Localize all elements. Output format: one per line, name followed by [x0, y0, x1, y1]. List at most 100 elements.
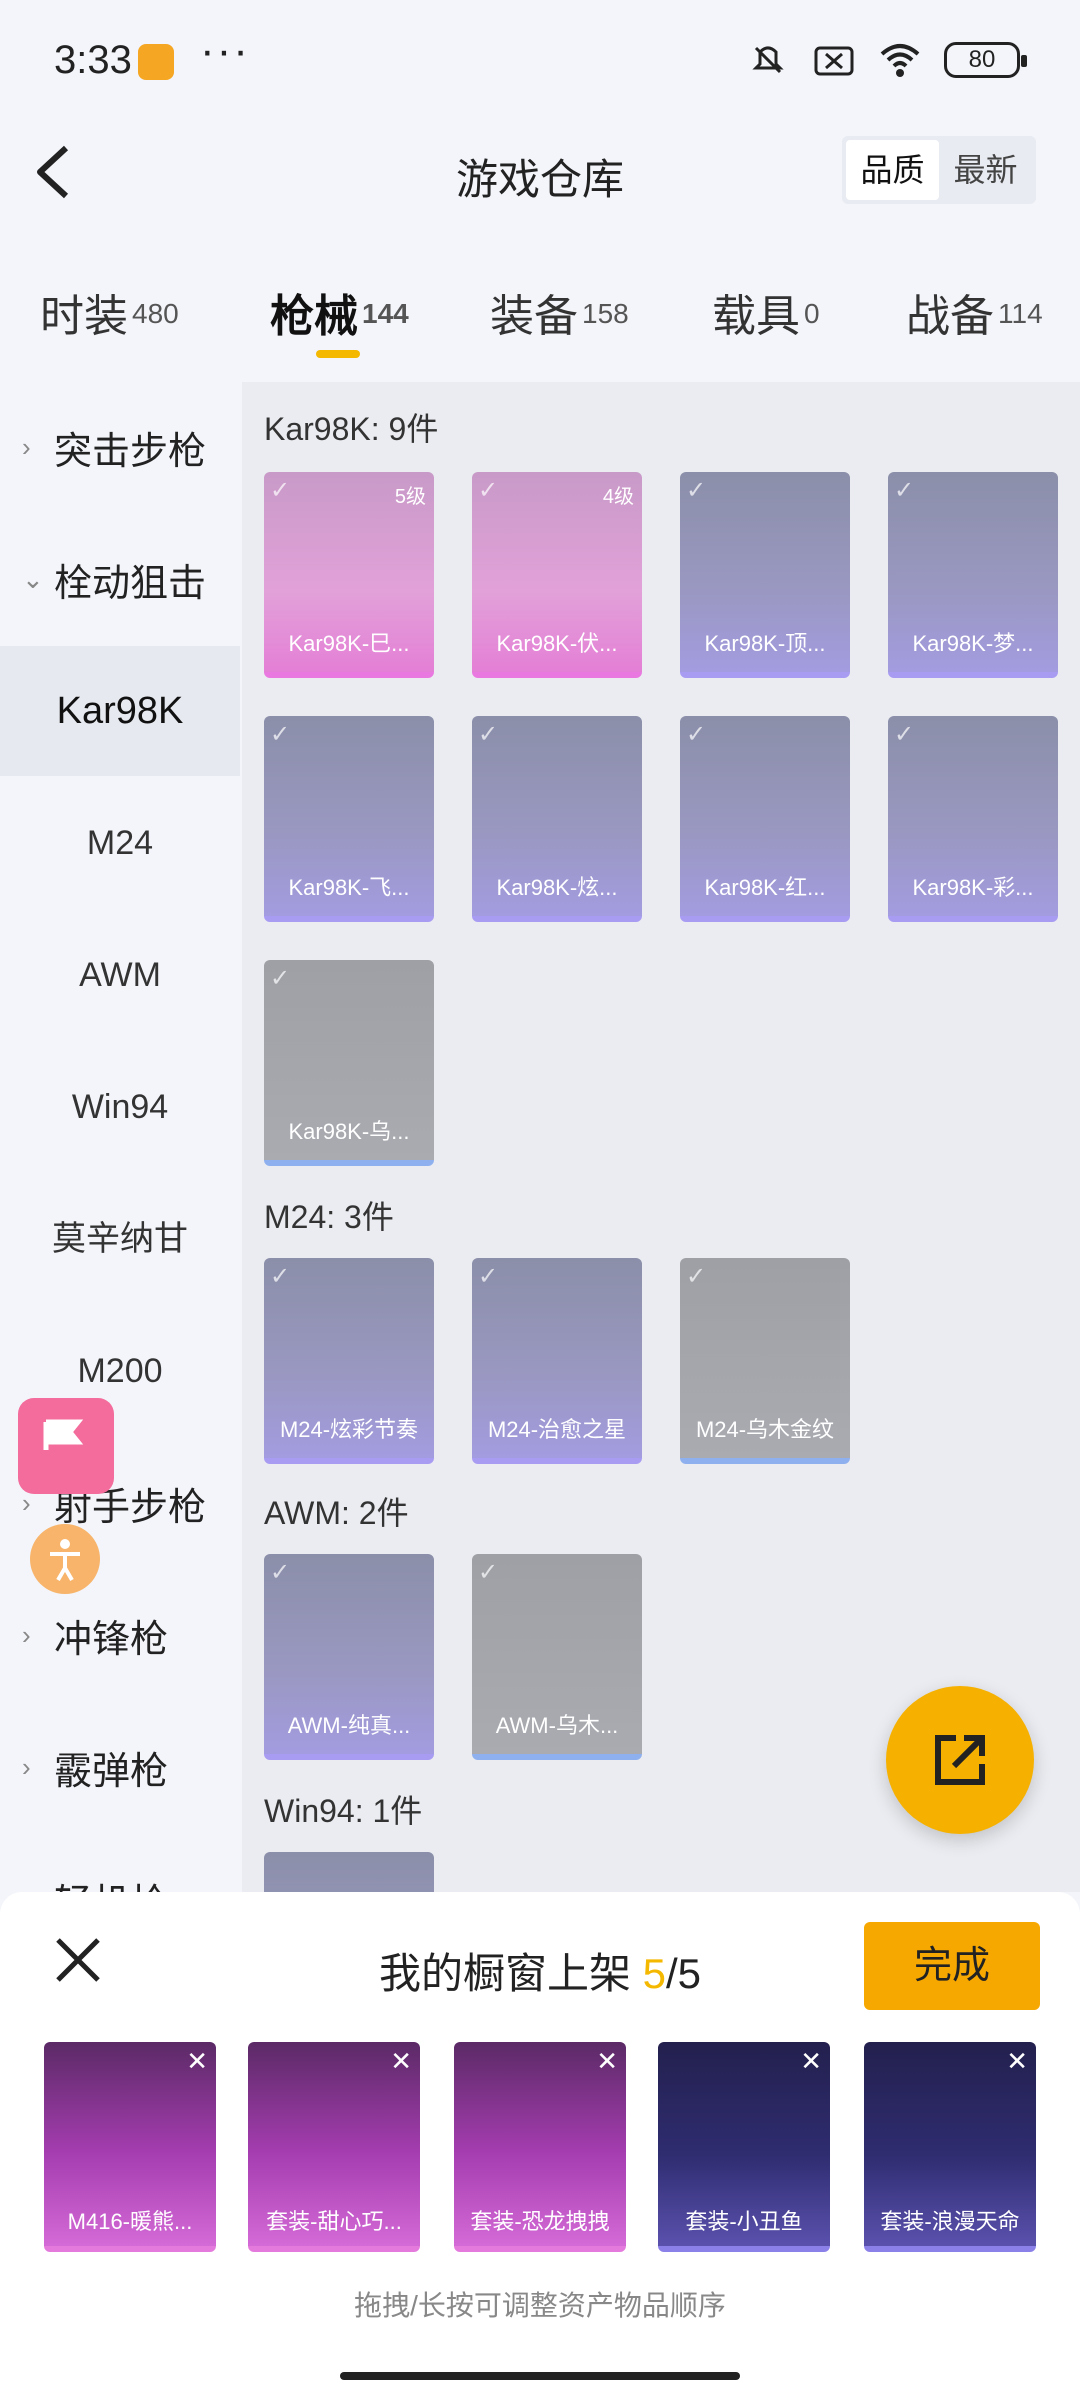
sidebar-cat-lmg[interactable]: › 轻机枪	[0, 1834, 240, 1893]
category-tabs: 时装 480 枪械 144 装备 158 载具 0 战备 114	[0, 270, 1080, 360]
remove-icon[interactable]: ✕	[390, 2046, 412, 2077]
floating-flag-button[interactable]	[18, 1398, 114, 1494]
weapon-card[interactable]: ✓ 5级 Kar98K-巳...	[264, 472, 434, 678]
tab-fashion[interactable]: 时装 480	[40, 280, 179, 344]
panel-count-total: /5	[666, 1950, 702, 1997]
showcase-item[interactable]: ✕ 套装-恐龙拽拽	[454, 2042, 626, 2252]
battery-icon: 80	[944, 42, 1027, 78]
chevron-right-icon: ›	[22, 1619, 31, 1650]
share-fab[interactable]	[886, 1686, 1034, 1834]
sidebar-item-mosin[interactable]: 莫辛纳甘	[0, 1174, 240, 1304]
home-indicator[interactable]	[340, 2372, 740, 2380]
rarity-bar	[472, 916, 642, 922]
tab-count: 158	[582, 298, 629, 329]
group-title-win94: Win94: 1件	[264, 1793, 423, 1829]
weapon-card[interactable]: ✓ AWM-纯真...	[264, 1554, 434, 1760]
group-title-kar98k: Kar98K: 9件	[264, 411, 439, 447]
tab-count: 144	[362, 298, 409, 329]
item-name: M416-暖熊...	[67, 2209, 193, 2234]
weapon-name: Kar98K-彩...	[912, 875, 1034, 900]
sidebar-cat-label: 冲锋枪	[54, 1618, 169, 1661]
external-link-icon	[935, 1735, 985, 1785]
rarity-bar	[680, 672, 850, 678]
showcase-panel: 我的橱窗上架 5/5 完成 ✕ M416-暖熊... ✕ 套装-甜心巧... ✕…	[0, 1892, 1080, 2400]
weapon-name: Kar98K-梦...	[912, 631, 1034, 656]
check-icon: ✓	[478, 1263, 499, 1290]
accessibility-icon	[50, 1539, 80, 1582]
sort-newest-button[interactable]: 最新	[939, 140, 1032, 200]
weapon-card[interactable]: ✓ Kar98K-梦...	[888, 472, 1058, 678]
weapon-card[interactable]: ✓ Kar98K-飞...	[264, 716, 434, 922]
chevron-right-icon: ›	[22, 1884, 42, 1893]
weapon-card[interactable]: ✓ Kar98K-顶...	[680, 472, 850, 678]
item-name: 套装-甜心巧...	[266, 2209, 402, 2234]
level-badge: 4级	[602, 486, 634, 508]
weapon-card[interactable]	[264, 1852, 434, 1892]
rarity-bar	[472, 672, 642, 678]
weapon-name: Kar98K-乌...	[288, 1119, 410, 1144]
rarity-bar	[864, 2246, 1036, 2252]
sidebar-cat-shotgun[interactable]: › 霰弹枪	[0, 1702, 240, 1832]
item-name: 套装-小丑鱼	[685, 2209, 803, 2234]
weapon-card[interactable]: ✓ Kar98K-乌...	[264, 960, 434, 1166]
weapon-sidebar: › 突击步枪 ⌄ 栓动狙击 Kar98K M24 AWM Win94 莫辛纳甘 M2…	[0, 382, 240, 1892]
remove-icon[interactable]: ✕	[800, 2046, 822, 2077]
reorder-hint: 拖拽/长按可调整资产物品顺序	[354, 2290, 726, 2321]
sort-toggle: 品质 最新	[842, 136, 1036, 204]
sidebar-cat-bolt-sniper[interactable]: ⌄ 栓动狙击	[0, 514, 240, 644]
remove-icon[interactable]: ✕	[186, 2046, 208, 2077]
sidebar-cat-label: 霰弹枪	[54, 1750, 169, 1793]
tab-guns[interactable]: 枪械 144	[270, 280, 409, 344]
accessibility-button[interactable]	[30, 1524, 100, 1594]
status-time: 3:33	[54, 38, 132, 82]
showcase-item[interactable]: ✕ 套装-浪漫天命	[864, 2042, 1036, 2252]
rarity-bar	[454, 2246, 626, 2252]
item-name: 套装-恐龙拽拽	[470, 2209, 610, 2234]
check-icon: ✓	[894, 477, 915, 504]
remove-icon[interactable]: ✕	[596, 2046, 618, 2077]
rarity-bar	[472, 1754, 642, 1760]
sidebar-item-win94[interactable]: Win94	[0, 1042, 240, 1172]
status-bar: 3:33 ··· 80	[0, 0, 1080, 120]
showcase-item[interactable]: ✕ 套装-甜心巧...	[248, 2042, 420, 2252]
rarity-bar	[888, 672, 1058, 678]
weapon-card[interactable]: ✓ M24-治愈之星	[472, 1258, 642, 1464]
panel-count-current: 5	[642, 1950, 666, 1997]
weapon-card[interactable]: ✓ 4级 Kar98K-伏...	[472, 472, 642, 678]
weapon-card[interactable]: ✓ M24-炫彩节奏	[264, 1258, 434, 1464]
sidebar-cat-label: 轻机枪	[54, 1872, 168, 1893]
weapon-name: Kar98K-巳...	[288, 631, 410, 656]
weapon-card[interactable]: ✓ AWM-乌木...	[472, 1554, 642, 1760]
rarity-bar	[658, 2246, 830, 2252]
weapon-card[interactable]: ✓ Kar98K-红...	[680, 716, 850, 922]
tab-label: 装备	[490, 292, 578, 341]
check-icon: ✓	[478, 721, 499, 748]
wifi-icon	[880, 44, 920, 77]
remove-icon[interactable]: ✕	[1006, 2046, 1028, 2077]
check-icon: ✓	[478, 1559, 499, 1586]
tab-count: 114	[998, 298, 1043, 329]
tab-supplies[interactable]: 战备 114	[906, 280, 1043, 344]
done-button[interactable]: 完成	[864, 1922, 1040, 2010]
weapon-card[interactable]: ✓ Kar98K-彩...	[888, 716, 1058, 922]
weapon-name: M24-乌木金纹	[695, 1417, 835, 1442]
weapon-card[interactable]: ✓ Kar98K-炫...	[472, 716, 642, 922]
header: 游戏仓库 品质 最新	[0, 120, 1080, 230]
sidebar-item-awm[interactable]: AWM	[0, 910, 240, 1040]
tab-vehicles[interactable]: 载具 0	[712, 280, 820, 344]
sidebar-item-kar98k[interactable]: Kar98K	[0, 646, 240, 776]
showcase-item[interactable]: ✕ 套装-小丑鱼	[658, 2042, 830, 2252]
sort-quality-button[interactable]: 品质	[846, 140, 939, 200]
weapon-name: M24-治愈之星	[487, 1417, 627, 1442]
sidebar-item-m24[interactable]: M24	[0, 778, 240, 908]
sidebar-cat-assault-rifle[interactable]: › 突击步枪	[0, 382, 240, 512]
tab-equipment[interactable]: 装备 158	[490, 280, 629, 344]
rarity-bar	[44, 2246, 216, 2252]
chevron-right-icon: ›	[22, 431, 31, 462]
weapon-card[interactable]: ✓ M24-乌木金纹	[680, 1258, 850, 1464]
showcase-item[interactable]: ✕ M416-暖熊...	[44, 2042, 216, 2252]
check-icon: ✓	[270, 721, 291, 748]
weapon-name: Kar98K-顶...	[704, 631, 826, 656]
flag-icon	[43, 1419, 84, 1450]
check-icon: ✓	[686, 1263, 707, 1290]
